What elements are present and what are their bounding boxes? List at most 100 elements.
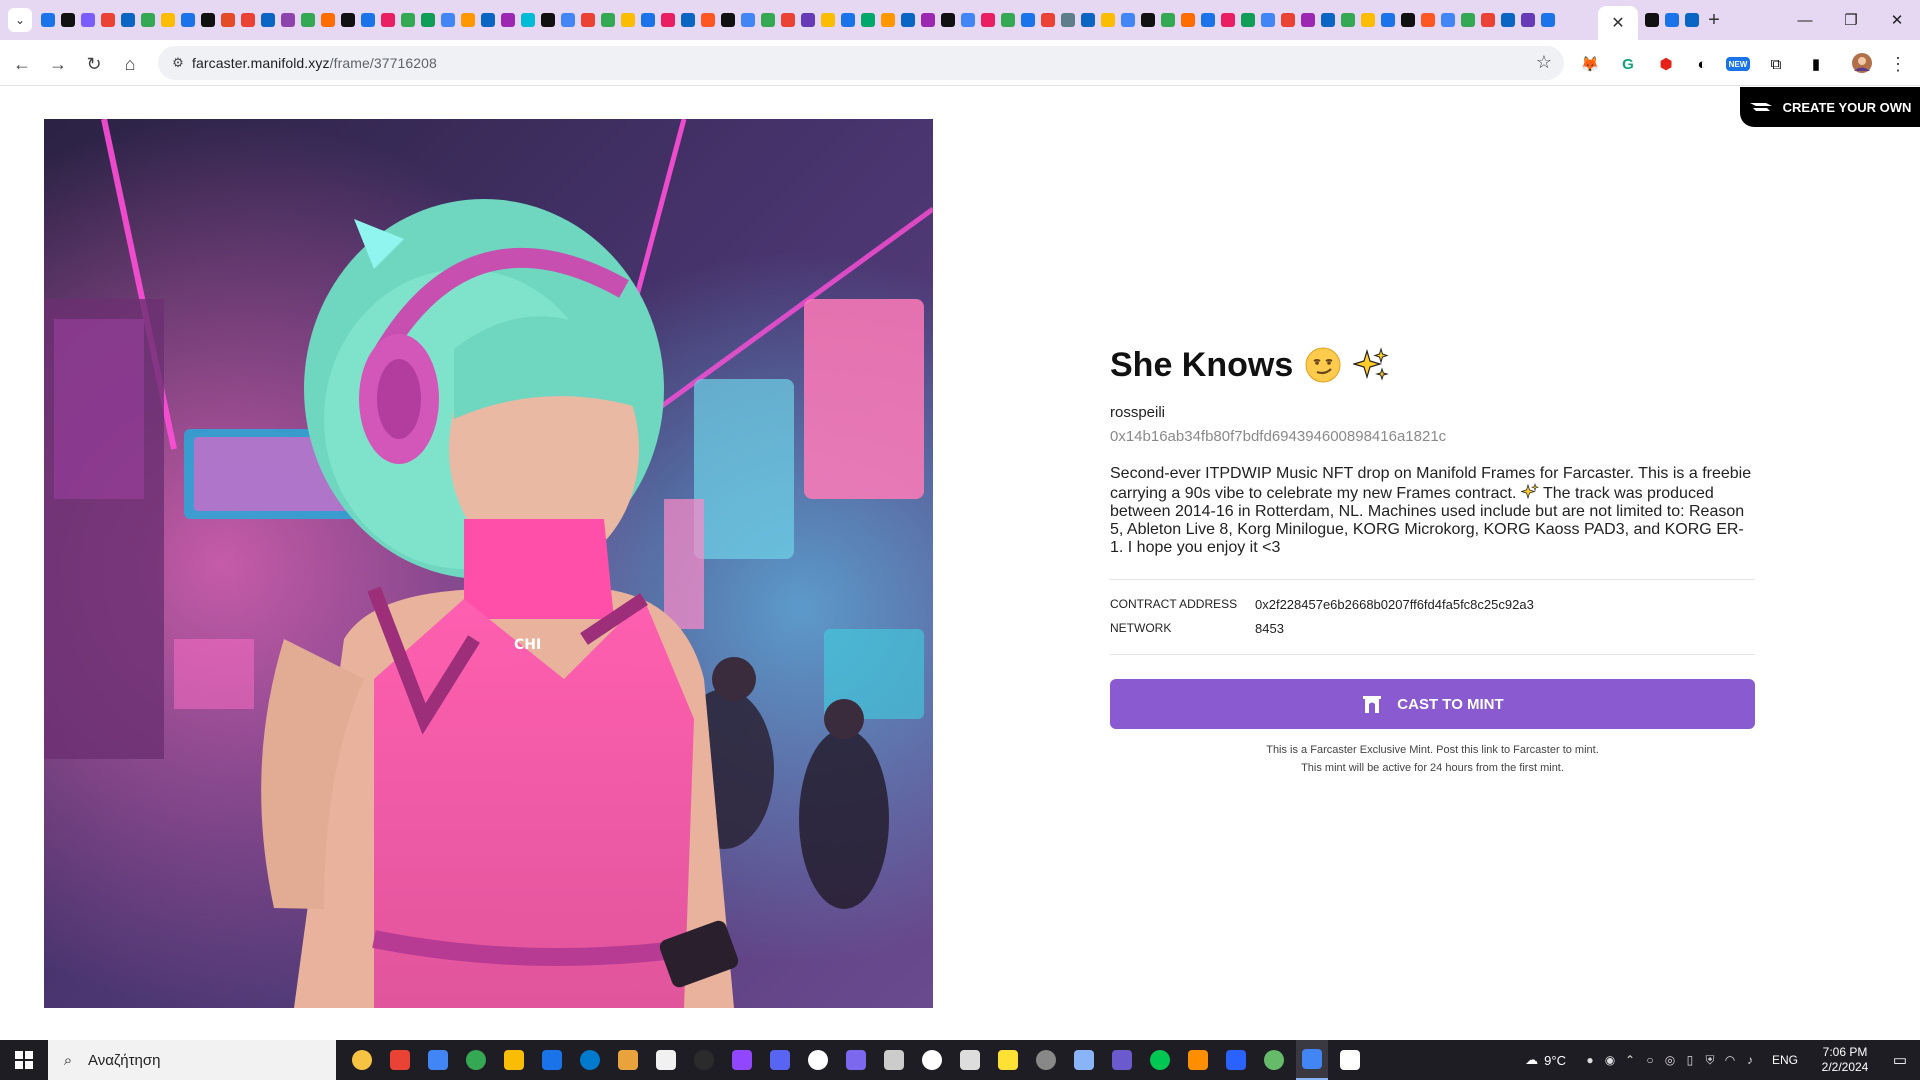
tab-favicon[interactable] — [218, 10, 238, 30]
tab-favicon[interactable] — [738, 10, 758, 30]
tab-favicon[interactable] — [838, 10, 858, 30]
tab-favicon[interactable] — [858, 10, 878, 30]
tab-favicon[interactable] — [1318, 10, 1338, 30]
taskbar-app[interactable] — [346, 1040, 378, 1080]
taskbar-app[interactable] — [688, 1040, 720, 1080]
taskbar-app[interactable] — [1030, 1040, 1062, 1080]
tab-favicon[interactable] — [1178, 10, 1198, 30]
forward-button[interactable]: → — [44, 50, 72, 78]
tab-favicon[interactable] — [1398, 10, 1418, 30]
weather-widget[interactable]: ☁ 9°C — [1525, 1052, 1566, 1068]
tab-favicon[interactable] — [1498, 10, 1518, 30]
tray-app-icon[interactable]: ● — [1580, 1053, 1600, 1067]
close-tab-icon[interactable]: ✕ — [1611, 13, 1624, 33]
contract-address-value[interactable]: 0x2f228457e6b2668b0207ff6fd4fa5fc8c25c92… — [1255, 597, 1534, 612]
tab-favicon[interactable] — [918, 10, 938, 30]
tab-favicon[interactable] — [978, 10, 998, 30]
tab-favicon[interactable] — [98, 10, 118, 30]
tab-favicon[interactable] — [758, 10, 778, 30]
tab-favicon[interactable] — [818, 10, 838, 30]
taskbar-app[interactable] — [992, 1040, 1024, 1080]
tab-favicon[interactable] — [1358, 10, 1378, 30]
tab-favicon[interactable] — [1518, 10, 1538, 30]
new-extension-icon[interactable]: NEW — [1726, 57, 1750, 71]
tab-favicon[interactable] — [1278, 10, 1298, 30]
browser-menu-button[interactable]: ⋮ — [1886, 52, 1910, 76]
tab-favicon[interactable] — [258, 10, 278, 30]
tab-favicon[interactable] — [798, 10, 818, 30]
home-button[interactable]: ⌂ — [116, 50, 144, 78]
taskbar-app[interactable] — [574, 1040, 606, 1080]
chevron-up-icon[interactable]: ⌃ — [1620, 1053, 1640, 1067]
bookmark-star-icon[interactable]: ☆ — [1536, 52, 1552, 73]
restore-button[interactable]: ❐ — [1828, 0, 1874, 40]
tab-favicon[interactable] — [1458, 10, 1478, 30]
tab-favicon[interactable] — [438, 10, 458, 30]
tab-favicon[interactable] — [238, 10, 258, 30]
tab-favicon[interactable] — [1138, 10, 1158, 30]
taskbar-app[interactable] — [1068, 1040, 1100, 1080]
taskbar-app[interactable] — [460, 1040, 492, 1080]
tray-app-icon[interactable]: ◎ — [1660, 1053, 1680, 1067]
tab-favicon[interactable] — [678, 10, 698, 30]
tab-favicon[interactable] — [318, 10, 338, 30]
tab-favicon[interactable] — [878, 10, 898, 30]
language-indicator[interactable]: ENG — [1772, 1053, 1798, 1067]
cast-to-mint-button[interactable]: CAST TO MINT — [1110, 679, 1755, 729]
volume-icon[interactable]: ♪ — [1740, 1053, 1760, 1067]
tab-favicon[interactable] — [38, 10, 58, 30]
taskbar-app[interactable] — [650, 1040, 682, 1080]
create-your-own-button[interactable]: CREATE YOUR OWN — [1740, 87, 1920, 127]
tab-favicon[interactable] — [1018, 10, 1038, 30]
tab-favicon[interactable] — [1238, 10, 1258, 30]
tab-favicon[interactable] — [938, 10, 958, 30]
tab-favicon[interactable] — [1662, 10, 1682, 30]
tab-favicon[interactable] — [1478, 10, 1498, 30]
taskbar-app[interactable] — [1144, 1040, 1176, 1080]
tab-favicon[interactable] — [1078, 10, 1098, 30]
clock[interactable]: 7:06 PM 2/2/2024 — [1810, 1045, 1880, 1075]
active-tab[interactable]: ✕ — [1598, 6, 1638, 40]
taskbar-app[interactable] — [802, 1040, 834, 1080]
tab-favicon[interactable] — [998, 10, 1018, 30]
url-text[interactable]: farcaster.manifold.xyz/frame/37716208 — [192, 55, 437, 71]
tab-favicon[interactable] — [598, 10, 618, 30]
taskbar-app[interactable] — [764, 1040, 796, 1080]
tab-favicon[interactable] — [1118, 10, 1138, 30]
tab-favicon[interactable] — [658, 10, 678, 30]
tab-favicon[interactable] — [958, 10, 978, 30]
profile-avatar[interactable] — [1850, 51, 1874, 75]
tab-favicon[interactable] — [58, 10, 78, 30]
creator-name[interactable]: rosspeili — [1110, 404, 1755, 421]
tab-favicon[interactable] — [118, 10, 138, 30]
taskbar-search-box[interactable]: ⌕ Αναζήτηση — [48, 1040, 336, 1080]
tab-favicon[interactable] — [178, 10, 198, 30]
tab-favicon[interactable] — [1058, 10, 1078, 30]
reload-button[interactable]: ↻ — [80, 50, 108, 78]
taskbar-app[interactable] — [536, 1040, 568, 1080]
tab-favicon[interactable] — [498, 10, 518, 30]
tab-favicon[interactable] — [78, 10, 98, 30]
tab-favicon[interactable] — [698, 10, 718, 30]
tab-favicon[interactable] — [1038, 10, 1058, 30]
tab-favicon[interactable] — [518, 10, 538, 30]
tab-favicon[interactable] — [278, 10, 298, 30]
tab-favicon[interactable] — [138, 10, 158, 30]
tab-favicon[interactable] — [1682, 10, 1702, 30]
tab-search-button[interactable]: ⌄ — [8, 8, 32, 32]
address-bar[interactable]: ⚙ farcaster.manifold.xyz/frame/37716208 … — [158, 46, 1564, 80]
tab-favicon[interactable] — [298, 10, 318, 30]
minimize-button[interactable]: — — [1782, 0, 1828, 40]
metamask-icon[interactable]: 🦊 — [1578, 52, 1602, 76]
taskbar-app[interactable] — [612, 1040, 644, 1080]
taskbar-app[interactable] — [1106, 1040, 1138, 1080]
close-window-button[interactable]: ✕ — [1874, 0, 1920, 40]
tray-app-icon[interactable]: ◉ — [1600, 1053, 1620, 1067]
new-tab-button[interactable]: + — [1702, 8, 1726, 32]
tab-favicon[interactable] — [1642, 10, 1662, 30]
notification-icon[interactable]: ▭ — [1880, 1051, 1920, 1069]
tab-favicon[interactable] — [638, 10, 658, 30]
tab-favicon[interactable] — [538, 10, 558, 30]
taskbar-app[interactable] — [384, 1040, 416, 1080]
taskbar-app[interactable] — [498, 1040, 530, 1080]
